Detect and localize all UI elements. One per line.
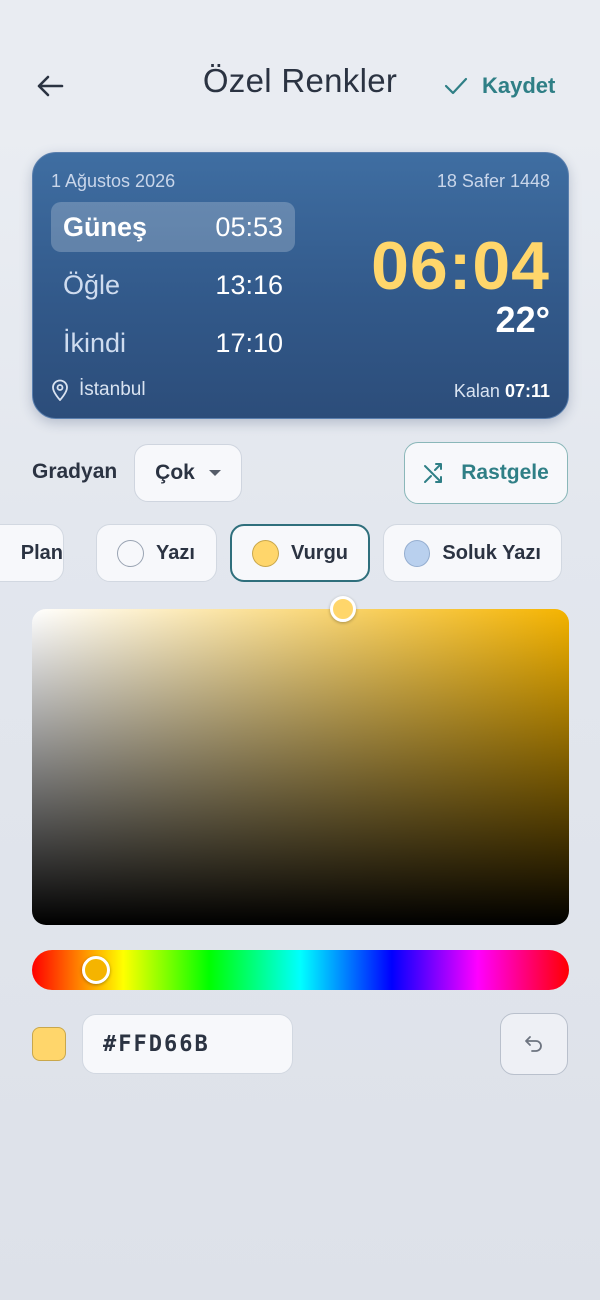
remaining-time: Kalan 07:11 bbox=[454, 381, 550, 402]
gradient-label: Gradyan bbox=[32, 460, 118, 483]
hue-slider-handle[interactable] bbox=[82, 956, 110, 984]
shuffle-icon bbox=[424, 463, 443, 483]
current-time: 06:04 bbox=[371, 228, 550, 304]
color-swatch bbox=[117, 539, 144, 567]
location-label: İstanbul bbox=[79, 379, 146, 400]
hijri-date: 18 Safer 1448 bbox=[436, 171, 550, 191]
saturation-value-handle[interactable] bbox=[330, 596, 356, 622]
current-color-swatch bbox=[32, 1027, 66, 1061]
prayer-time: 05:53 bbox=[215, 211, 283, 242]
prayer-time: 13:16 bbox=[215, 269, 283, 300]
remaining-label: Kalan bbox=[453, 381, 500, 401]
color-target-chips: Plan Yazı Vurgu Soluk Yazı bbox=[0, 524, 600, 582]
check-icon bbox=[444, 77, 468, 95]
location: İstanbul bbox=[51, 379, 146, 401]
gregorian-date: 1 Ağustos 2026 bbox=[51, 171, 176, 191]
prayer-name: İkindi bbox=[63, 327, 127, 358]
save-button[interactable]: Kaydet bbox=[444, 68, 555, 104]
color-swatch bbox=[404, 539, 431, 567]
caret-down-icon bbox=[208, 470, 221, 476]
prayer-preview-card: 1 Ağustos 2026 18 Safer 1448 Güneş 05:53… bbox=[32, 152, 569, 419]
remaining-value: 07:11 bbox=[504, 381, 550, 401]
chip-label: Plan bbox=[20, 541, 63, 564]
saturation-value-picker[interactable] bbox=[32, 609, 569, 925]
color-swatch bbox=[252, 539, 279, 567]
random-label: Rastgele bbox=[461, 461, 549, 484]
map-pin-icon bbox=[52, 379, 68, 401]
hex-color-input[interactable] bbox=[82, 1014, 293, 1074]
chip-label: Vurgu bbox=[290, 541, 348, 564]
app-header: Özel Renkler Kaydet bbox=[0, 0, 600, 130]
chip-yazi[interactable]: Yazı bbox=[96, 524, 217, 582]
chip-plan[interactable]: Plan bbox=[0, 524, 64, 582]
chip-label: Yazı bbox=[156, 541, 195, 564]
save-label: Kaydet bbox=[482, 73, 556, 98]
undo-button[interactable] bbox=[500, 1013, 568, 1075]
chip-vurgu[interactable]: Vurgu bbox=[230, 524, 370, 582]
temperature: 22° bbox=[495, 299, 550, 340]
gradient-dropdown[interactable]: Çok bbox=[134, 444, 242, 502]
chip-label: Soluk Yazı bbox=[442, 541, 541, 564]
random-button[interactable]: Rastgele bbox=[404, 442, 568, 504]
prayer-name: Güneş bbox=[63, 211, 148, 242]
hue-slider[interactable] bbox=[32, 950, 569, 990]
prayer-row-gunes: Güneş 05:53 bbox=[51, 202, 295, 252]
gradient-selected-value: Çok bbox=[155, 461, 195, 484]
prayer-time: 17:10 bbox=[215, 327, 283, 358]
prayer-name: Öğle bbox=[63, 269, 121, 300]
prayer-row-ikindi: İkindi 17:10 bbox=[51, 318, 295, 368]
undo-icon bbox=[525, 1036, 542, 1052]
chip-soluk-yazi[interactable]: Soluk Yazı bbox=[383, 524, 562, 582]
prayer-row-ogle: Öğle 13:16 bbox=[51, 260, 295, 310]
